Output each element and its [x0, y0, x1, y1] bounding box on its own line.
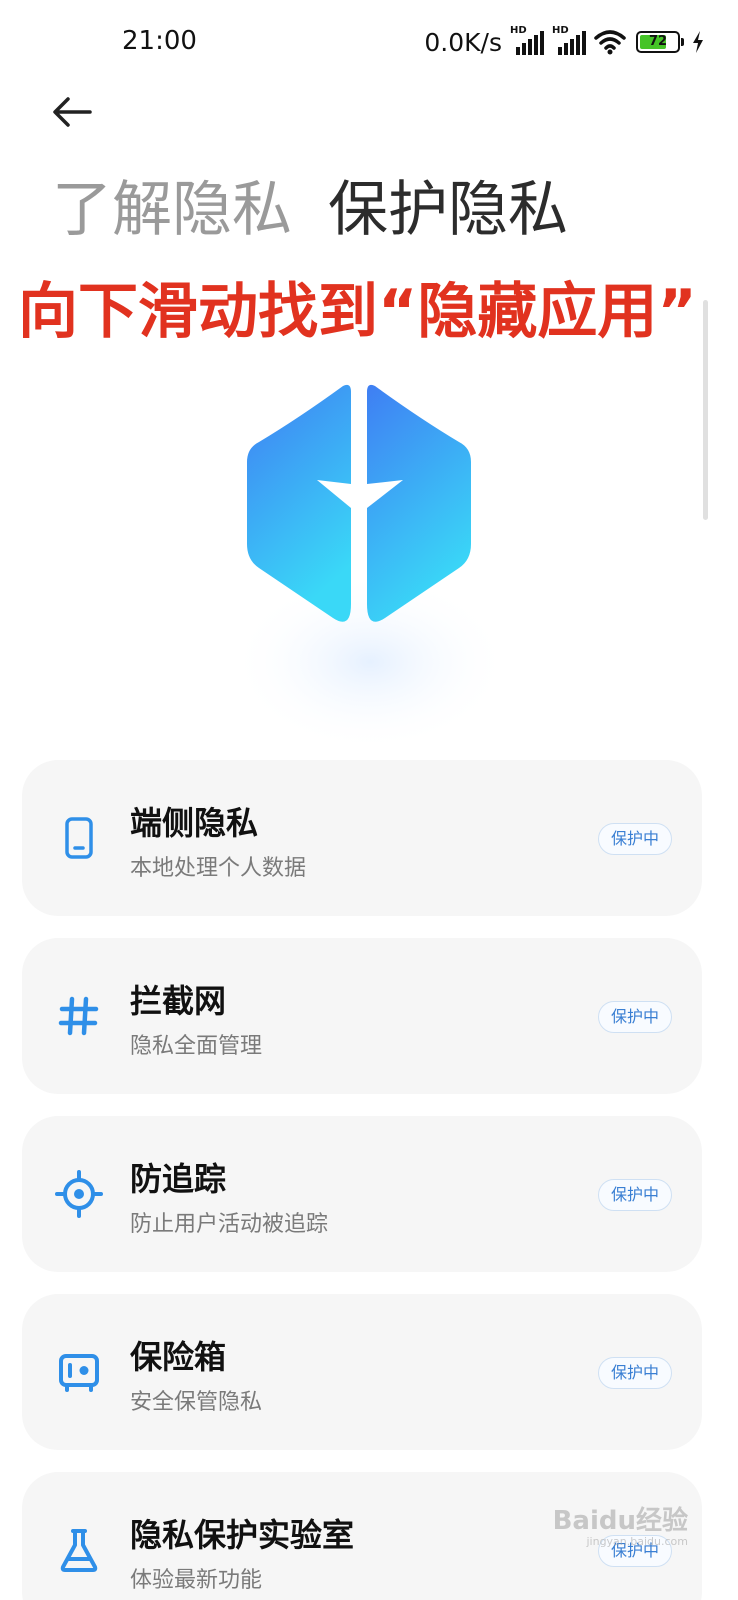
feature-card-on-device-privacy[interactable]: 端侧隐私 本地处理个人数据 保护中	[22, 760, 702, 916]
feature-title: 隐私保护实验室	[130, 1516, 355, 1554]
feature-card-safe-box[interactable]: 保险箱 安全保管隐私 保护中	[22, 1294, 702, 1450]
charging-icon	[693, 31, 703, 53]
hash-icon	[58, 996, 99, 1036]
back-button[interactable]	[48, 88, 98, 138]
privacy-shield-illustration	[225, 372, 515, 752]
tab-bar: 了解隐私 保护隐私	[52, 170, 568, 250]
feature-card-anti-tracking[interactable]: 防追踪 防止用户活动被追踪 保护中	[22, 1116, 702, 1272]
status-time: 21:00	[122, 26, 197, 56]
feature-subtitle: 隐私全面管理	[130, 1034, 263, 1059]
status-badge: 保护中	[597, 1179, 672, 1211]
feature-subtitle: 体验最新功能	[130, 1568, 263, 1593]
status-badge: 保护中	[597, 1357, 672, 1389]
status-indicators: 0.0K/s HD HD 72	[424, 25, 704, 58]
signal-icon: HD	[552, 25, 588, 55]
watermark-logo: Baidu经验 jingyan.baidu.com	[553, 1500, 688, 1548]
signal-icon: HD	[510, 25, 546, 55]
tutorial-annotation: 向下滑动找到“隐藏应用”	[18, 277, 697, 347]
wifi-icon	[594, 30, 626, 55]
feature-subtitle: 防止用户活动被追踪	[130, 1212, 329, 1237]
feature-subtitle: 安全保管隐私	[130, 1390, 263, 1415]
scroll-indicator[interactable]	[703, 300, 708, 520]
feature-title: 拦截网	[130, 982, 227, 1020]
privacy-cube-icon	[230, 384, 510, 752]
status-bar: 21:00 0.0K/s HD HD 72	[0, 0, 738, 86]
watermark-url: jingyan.baidu.com	[586, 1535, 688, 1548]
feature-title: 保险箱	[130, 1338, 227, 1376]
battery-icon: 72	[636, 31, 684, 53]
feature-card-block-net[interactable]: 拦截网 隐私全面管理 保护中	[22, 938, 702, 1094]
phone-icon	[65, 817, 93, 859]
status-badge: 保护中	[597, 823, 672, 855]
feature-subtitle: 本地处理个人数据	[130, 856, 307, 881]
network-speed: 0.0K/s	[424, 27, 502, 57]
feature-title: 端侧隐私	[130, 804, 259, 842]
battery-level: 72	[648, 34, 668, 49]
feature-title: 防追踪	[130, 1160, 227, 1198]
watermark-text: Baidu经验	[552, 1506, 688, 1536]
status-badge: 保护中	[597, 1001, 672, 1033]
back-arrow-icon	[53, 97, 92, 127]
tab-understand-privacy[interactable]: 了解隐私	[52, 170, 292, 250]
tab-protect-privacy[interactable]: 保护隐私	[328, 170, 568, 250]
flask-icon	[60, 1529, 98, 1572]
safe-icon	[59, 1354, 99, 1392]
target-icon	[55, 1170, 103, 1218]
